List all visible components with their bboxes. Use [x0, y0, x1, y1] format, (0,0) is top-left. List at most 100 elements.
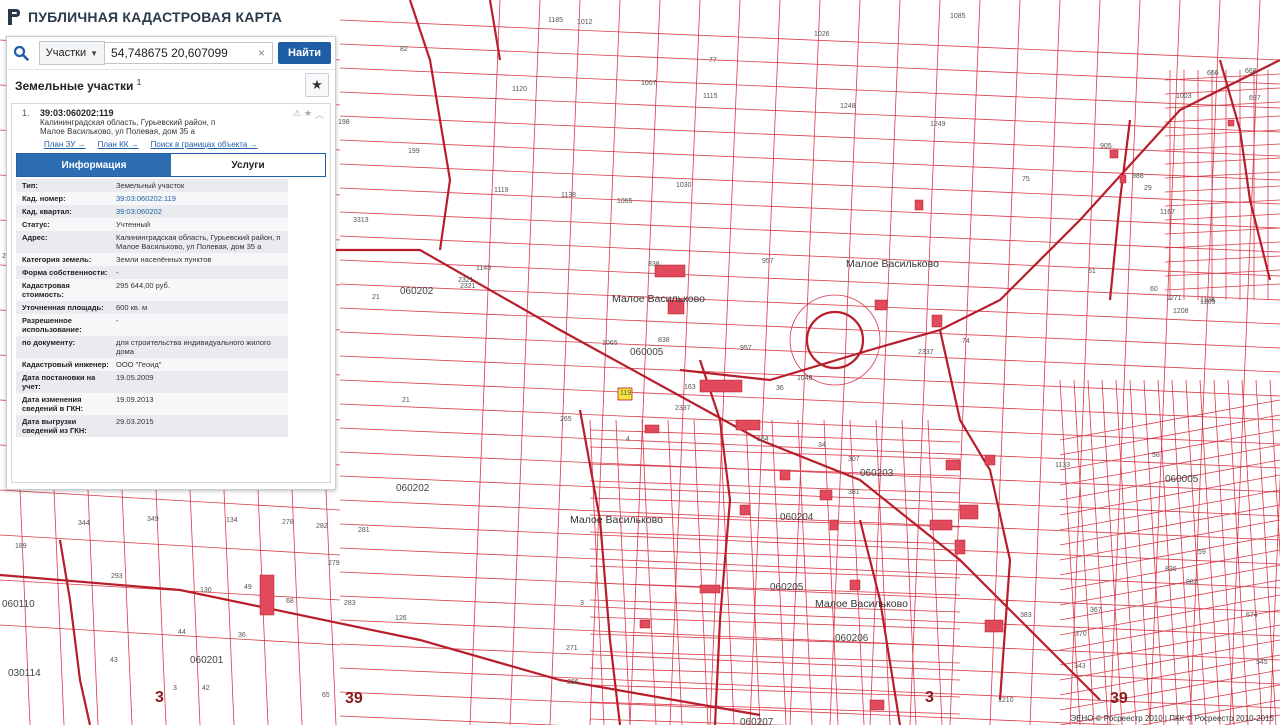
plot-number: 1007	[641, 80, 657, 87]
district-label: 3	[925, 689, 934, 706]
search-icon[interactable]	[7, 38, 35, 68]
attribute-label: Дата выгрузки сведений из ГКН:	[22, 417, 87, 435]
favorites-star-icon[interactable]: ★	[305, 73, 329, 97]
collapse-icon[interactable]: ︿	[315, 108, 324, 121]
building	[959, 504, 979, 520]
plot-number: 344	[78, 520, 90, 527]
plot-number: 126	[395, 615, 407, 622]
plot-number: 3313	[353, 217, 369, 224]
plot-number: 1271	[1166, 295, 1182, 302]
result-item[interactable]: 1. 39:03:060202:119 Калининградская обла…	[12, 104, 330, 136]
attribute-label: Тип:	[22, 181, 38, 190]
plot-number: 43	[110, 657, 118, 664]
plot-number: 1249	[930, 121, 946, 128]
plot-number: 44	[178, 629, 186, 636]
plot-number: 134	[226, 517, 238, 524]
tab-information[interactable]: Информация	[17, 154, 171, 176]
search-panel: Участки ▼ × Найти Земельные участки 1 ★ …	[6, 36, 336, 490]
plot-number: 1065	[617, 198, 633, 205]
village-label: Малое Васильково	[846, 258, 939, 270]
attribute-value: 295 644,00 руб.	[116, 281, 170, 290]
plot-number: 189	[15, 543, 27, 550]
district-label: 39	[345, 690, 363, 707]
plot-number: 75	[1022, 176, 1030, 183]
find-button[interactable]: Найти	[278, 42, 331, 64]
attribute-value: -	[116, 316, 119, 325]
plan-kk-link[interactable]: План КК →	[98, 140, 139, 149]
plan-zu-link[interactable]: План ЗУ →	[44, 140, 86, 149]
attribute-value: 29.03.2015	[116, 417, 154, 426]
plot-number: 82	[400, 46, 408, 53]
plot-number: 130	[200, 587, 212, 594]
village-label: Малое Васильково	[570, 514, 663, 526]
tab-services[interactable]: Услуги	[171, 154, 325, 176]
plot-number: 343	[1074, 663, 1086, 670]
plot-number: 265	[560, 416, 572, 423]
district-label: 3	[155, 689, 164, 706]
app-header: ПУБЛИЧНАЯ КАДАСТРОВАЯ КАРТА	[0, 0, 346, 34]
clear-icon[interactable]: ×	[255, 42, 268, 64]
attribute-row: Статус: Учтенный	[16, 218, 288, 231]
attribute-label: по документу:	[22, 338, 76, 347]
plot-number: 1026	[814, 31, 830, 38]
plot-number: 49	[244, 584, 252, 591]
attribute-label: Дата постановки на учет:	[22, 373, 96, 391]
object-type-select[interactable]: Участки ▼	[38, 41, 106, 65]
quarter-label: 060207	[740, 717, 774, 725]
search-input[interactable]	[105, 42, 274, 64]
result-actions: ⚠ ★ ︿	[293, 108, 324, 121]
result-links: План ЗУ → План КК → Поиск в границах объ…	[12, 136, 330, 153]
plot-number: 1248	[840, 103, 856, 110]
plot-number: 697	[1249, 95, 1261, 102]
attribute-value: 600 кв. м	[116, 303, 148, 312]
attribute-value[interactable]: 39:03:060202:119	[112, 192, 288, 205]
building	[849, 579, 861, 591]
plot-number: 666	[1207, 70, 1219, 77]
result-cad-number[interactable]: 39:03:060202:119	[40, 108, 324, 118]
plot-number: 1003	[1176, 93, 1192, 100]
quarter-label: 030114	[8, 668, 41, 679]
attribute-value: для строительства индивидуального жилого…	[116, 338, 271, 356]
plot-number: 674	[1246, 612, 1258, 619]
search-in-bounds-link[interactable]: Поиск в границах объекта →	[151, 140, 258, 149]
plot-number: 59	[1198, 549, 1206, 556]
plot-number: 283	[344, 600, 356, 607]
plot-number: 3	[173, 685, 177, 692]
attributes-table: Тип: Земельный участок Кад. номер: 39:03:06…	[16, 179, 288, 437]
plot-number: 383	[1020, 612, 1032, 619]
plot-number: 838	[648, 261, 660, 268]
warning-icon[interactable]: ⚠	[293, 108, 301, 121]
attribute-row: Форма собственности: -	[16, 266, 288, 279]
building	[779, 469, 791, 481]
plot-number: 1046	[797, 375, 813, 382]
object-type-label: Участки	[45, 47, 87, 59]
plot-number: 2321	[460, 283, 476, 290]
quarter-label: 060206	[835, 633, 869, 644]
plot-number: 34	[818, 442, 826, 449]
attribute-row: по документу: для строительства индивидуа…	[16, 336, 288, 358]
attribute-row: Категория земель: Земли населённых пункто…	[16, 253, 288, 266]
attribute-label: Категория земель:	[22, 255, 92, 264]
plot-number: 21	[372, 294, 380, 301]
plot-number: 370	[1075, 631, 1087, 638]
plot-number: 36	[776, 385, 784, 392]
building	[699, 379, 743, 393]
plot-number: 1209	[1200, 299, 1216, 306]
building	[259, 574, 275, 616]
plot-number: 988	[1132, 173, 1144, 180]
attribute-label: Разрешенное использование:	[22, 316, 82, 334]
plot-number: 1012	[577, 19, 593, 26]
plot-number: 367	[1090, 607, 1102, 614]
village-label: Малое Васильково	[612, 293, 705, 305]
result-card: 1. 39:03:060202:119 Калининградская обла…	[11, 103, 331, 483]
attribute-label: Кад. номер:	[22, 194, 66, 203]
attribute-value: Земельный участок	[116, 181, 185, 190]
attribute-value[interactable]: 39:03:060202	[112, 205, 288, 218]
building	[644, 424, 660, 434]
quarter-label: 060005	[630, 347, 664, 358]
pkk-logo-icon[interactable]	[6, 8, 22, 26]
plot-number: 1115	[703, 93, 718, 100]
results-header: Земельные участки 1 ★	[7, 70, 335, 100]
chevron-down-icon: ▼	[90, 48, 99, 58]
star-icon[interactable]: ★	[304, 108, 312, 121]
